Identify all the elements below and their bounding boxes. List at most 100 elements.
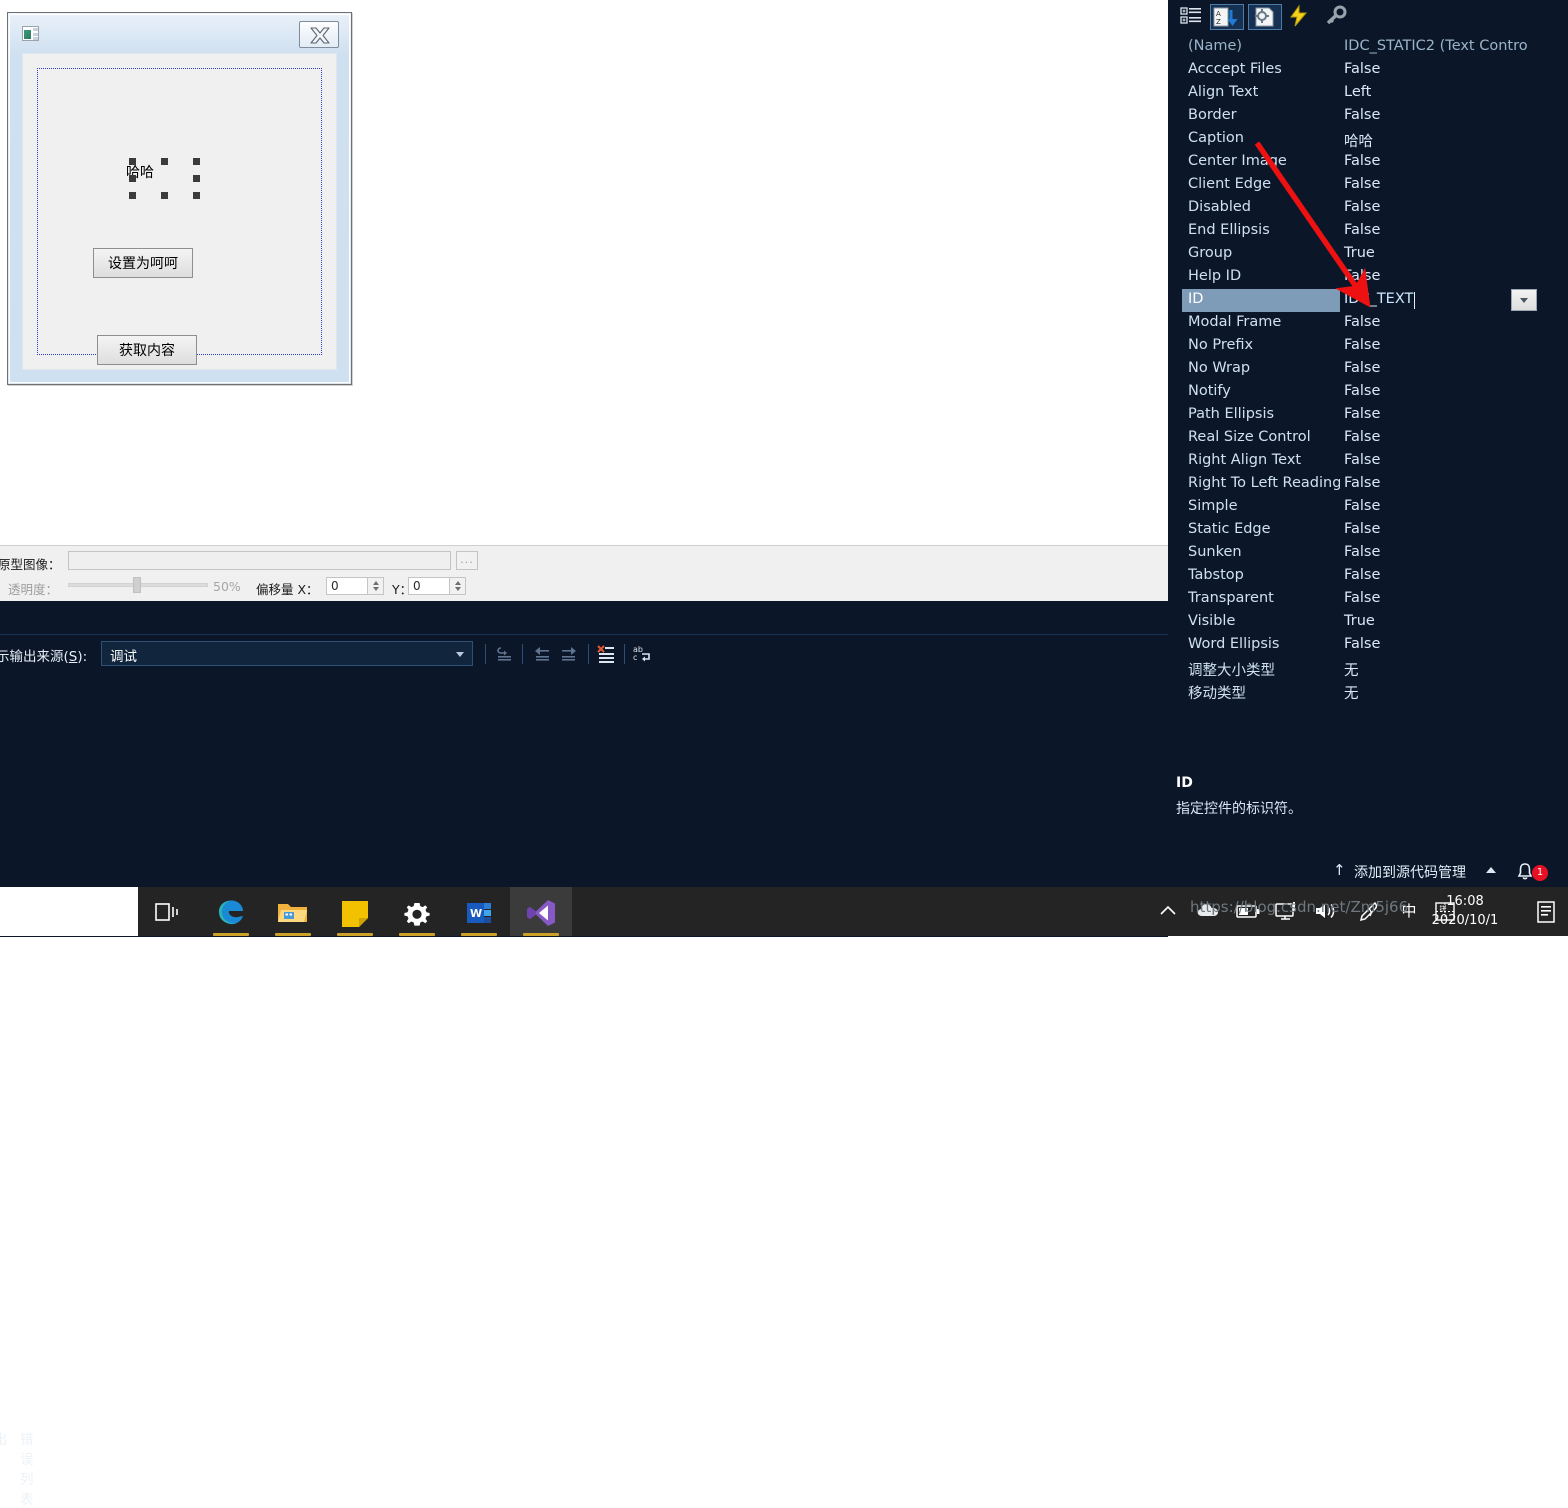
- action-center-button[interactable]: [1534, 900, 1560, 929]
- offset-x-down-icon[interactable]: [373, 587, 379, 591]
- property-row[interactable]: Acccept Files False: [1168, 59, 1568, 82]
- get-content-button[interactable]: 获取内容: [97, 335, 197, 365]
- next-message-button[interactable]: [557, 642, 583, 666]
- property-row[interactable]: Right Align Text False: [1168, 450, 1568, 473]
- property-value[interactable]: False: [1344, 61, 1560, 77]
- property-row[interactable]: Group True: [1168, 243, 1568, 266]
- property-value[interactable]: False: [1344, 567, 1560, 583]
- prototype-image-browse-button[interactable]: ...: [456, 551, 478, 570]
- property-value[interactable]: False: [1344, 590, 1560, 606]
- resize-handle-s[interactable]: [161, 192, 168, 199]
- property-row[interactable]: Caption 哈哈: [1168, 128, 1568, 151]
- offset-y-up-icon[interactable]: [455, 581, 461, 585]
- taskbar-item-edge[interactable]: [200, 887, 262, 936]
- property-value[interactable]: False: [1344, 314, 1560, 330]
- property-value[interactable]: False: [1344, 429, 1560, 445]
- resize-handle-n[interactable]: [161, 158, 168, 165]
- property-value[interactable]: False: [1344, 222, 1560, 238]
- property-row[interactable]: Visible True: [1168, 611, 1568, 634]
- property-value[interactable]: False: [1344, 176, 1560, 192]
- set-to-hehe-button[interactable]: 设置为呵呵: [93, 248, 193, 278]
- dialog-titlebar[interactable]: [10, 15, 349, 53]
- property-row[interactable]: Help ID False: [1168, 266, 1568, 289]
- offset-x-up-icon[interactable]: [373, 581, 379, 585]
- chevron-up-icon[interactable]: [1486, 867, 1496, 873]
- taskbar-item-file-explorer[interactable]: [262, 887, 324, 936]
- property-row[interactable]: Static Edge False: [1168, 519, 1568, 542]
- property-row[interactable]: Word Ellipsis False: [1168, 634, 1568, 657]
- taskbar-item-sticky-notes[interactable]: [324, 887, 386, 936]
- opacity-slider-thumb[interactable]: [133, 577, 141, 593]
- property-value[interactable]: False: [1344, 521, 1560, 537]
- taskbar-item-visual-studio[interactable]: [510, 887, 572, 936]
- property-value[interactable]: False: [1344, 406, 1560, 422]
- output-pane-tabstrip[interactable]: [0, 602, 1168, 635]
- property-row[interactable]: Right To Left Reading False: [1168, 473, 1568, 496]
- property-row[interactable]: End Ellipsis False: [1168, 220, 1568, 243]
- property-row[interactable]: Real Size Control False: [1168, 427, 1568, 450]
- dialog-editor-canvas[interactable]: 哈哈 设置为呵呵 获取内容: [0, 0, 1168, 545]
- goto-message-button[interactable]: [492, 642, 518, 666]
- resize-handle-se[interactable]: [193, 192, 200, 199]
- toggle-word-wrap-button[interactable]: ab c: [630, 642, 656, 666]
- property-row[interactable]: Tabstop False: [1168, 565, 1568, 588]
- property-row[interactable]: No Wrap False: [1168, 358, 1568, 381]
- start-button-area[interactable]: [0, 887, 138, 936]
- tab-error-list[interactable]: 错误列表: [20, 1428, 34, 1508]
- property-value[interactable]: False: [1344, 268, 1560, 284]
- property-value[interactable]: True: [1344, 245, 1560, 261]
- property-row[interactable]: Transparent False: [1168, 588, 1568, 611]
- taskbar-item-settings[interactable]: [386, 887, 448, 936]
- prototype-image-input[interactable]: [68, 551, 451, 570]
- property-value[interactable]: False: [1344, 498, 1560, 514]
- show-hidden-icons-button[interactable]: [1156, 900, 1180, 927]
- property-row[interactable]: Align Text Left: [1168, 82, 1568, 105]
- dialog-client-area[interactable]: 哈哈 设置为呵呵 获取内容: [22, 53, 337, 370]
- offset-x-stepper[interactable]: [367, 577, 384, 595]
- categorized-view-button[interactable]: [1178, 4, 1206, 30]
- property-value[interactable]: False: [1344, 337, 1560, 353]
- property-row[interactable]: 移动类型 无: [1168, 680, 1568, 703]
- taskbar-item-word[interactable]: W: [448, 887, 510, 936]
- property-pages-button[interactable]: [1248, 4, 1282, 30]
- resize-handle-e[interactable]: [193, 175, 200, 182]
- properties-list[interactable]: (Name) IDC_STATIC2 (Text Contro Acccept Fi…: [1168, 36, 1568, 706]
- property-value[interactable]: False: [1344, 199, 1560, 215]
- property-row[interactable]: Path Ellipsis False: [1168, 404, 1568, 427]
- taskbar-item-task-view[interactable]: [138, 887, 200, 936]
- property-row[interactable]: Center Image False: [1168, 151, 1568, 174]
- resize-handle-nw[interactable]: [129, 158, 136, 165]
- property-row[interactable]: ID IDC_TEXT: [1168, 289, 1568, 312]
- property-row[interactable]: Border False: [1168, 105, 1568, 128]
- property-value[interactable]: False: [1344, 107, 1560, 123]
- resize-handle-sw[interactable]: [129, 192, 136, 199]
- taskbar-clock[interactable]: 16:08 2020/10/1: [1417, 892, 1513, 930]
- property-value[interactable]: 哈哈: [1344, 130, 1560, 151]
- property-value[interactable]: False: [1344, 636, 1560, 652]
- property-row[interactable]: Notify False: [1168, 381, 1568, 404]
- property-value[interactable]: 无: [1344, 682, 1560, 703]
- property-row[interactable]: Sunken False: [1168, 542, 1568, 565]
- property-value[interactable]: Left: [1344, 84, 1560, 100]
- property-value[interactable]: IDC_STATIC2 (Text Contro: [1344, 38, 1560, 54]
- events-button[interactable]: [1286, 4, 1314, 30]
- resize-handle-ne[interactable]: [193, 158, 200, 165]
- property-row[interactable]: Client Edge False: [1168, 174, 1568, 197]
- output-source-dropdown[interactable]: 调试: [101, 641, 473, 666]
- previous-message-button[interactable]: [530, 642, 556, 666]
- id-value-dropdown-button[interactable]: [1511, 289, 1537, 311]
- property-row[interactable]: Simple False: [1168, 496, 1568, 519]
- property-value[interactable]: False: [1344, 383, 1560, 399]
- property-value[interactable]: False: [1344, 452, 1560, 468]
- dialog-close-button[interactable]: [299, 21, 339, 48]
- property-value[interactable]: False: [1344, 544, 1560, 560]
- property-row[interactable]: Disabled False: [1168, 197, 1568, 220]
- static-text-control-selected[interactable]: 哈哈: [118, 149, 200, 199]
- clear-all-button[interactable]: [594, 642, 620, 666]
- offset-y-down-icon[interactable]: [455, 587, 461, 591]
- property-manager-button[interactable]: [1323, 4, 1351, 30]
- property-value[interactable]: False: [1344, 360, 1560, 376]
- offset-y-stepper[interactable]: [449, 577, 466, 595]
- property-row[interactable]: Modal Frame False: [1168, 312, 1568, 335]
- alphabetical-sort-button[interactable]: A Z: [1210, 4, 1244, 30]
